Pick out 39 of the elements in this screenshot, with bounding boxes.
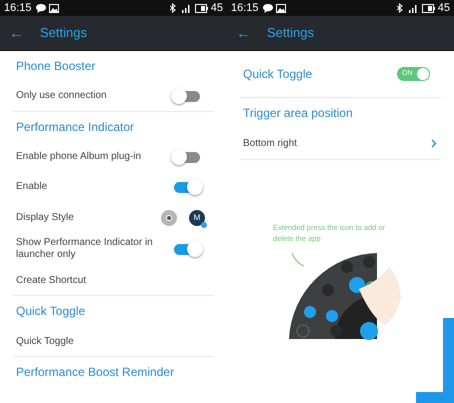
- section-header: Performance Indicator: [16, 119, 134, 136]
- setting-label: Enable phone Album plug-in: [16, 151, 142, 163]
- style-option[interactable]: [161, 210, 177, 226]
- status-time: 16:15: [231, 0, 259, 16]
- bluetooth-icon: [170, 3, 176, 13]
- toggle-switch[interactable]: [174, 244, 200, 254]
- status-time: 16:15: [4, 0, 32, 16]
- section-header: Performance Boost Reminder: [16, 364, 174, 381]
- image-icon: [48, 4, 59, 12]
- screen-title: Settings: [40, 24, 87, 42]
- battery-icon: [194, 4, 208, 12]
- image-icon: [276, 4, 286, 12]
- section-header: Quick Toggle: [16, 303, 86, 320]
- setting-label: Quick Toggle: [243, 66, 312, 83]
- section-header: Phone Booster: [16, 58, 96, 75]
- setting-label: Display Style: [16, 211, 75, 225]
- setting-label: Quick Toggle: [16, 334, 74, 348]
- setting-label: Enable: [16, 181, 48, 193]
- setting-label: Create Shortcut: [16, 274, 86, 288]
- chat-icon: [36, 4, 46, 12]
- back-button[interactable]: ←: [0, 26, 40, 40]
- setting-label: Show Performance Indicator in launcher only: [16, 237, 154, 261]
- position-option[interactable]: Bottom right: [240, 128, 441, 159]
- chevron-right-icon: [431, 139, 437, 148]
- style-option[interactable]: M: [189, 210, 205, 226]
- section-header: Trigger area position: [243, 105, 353, 122]
- back-button[interactable]: ←: [227, 26, 267, 40]
- toggle-switch[interactable]: [174, 152, 200, 162]
- signal-icon: [408, 4, 418, 12]
- signal-icon: [180, 4, 191, 12]
- chat-icon: [262, 4, 273, 12]
- toggle-switch[interactable]: [174, 90, 200, 102]
- bluetooth-icon: [396, 3, 403, 13]
- setting-label: Only use connection: [16, 90, 108, 102]
- screen-title: Settings: [267, 24, 314, 42]
- toggle-switch[interactable]: [174, 182, 200, 192]
- battery-level: 45: [438, 0, 450, 16]
- battery-icon: [422, 4, 435, 12]
- battery-level: 45: [210, 0, 223, 16]
